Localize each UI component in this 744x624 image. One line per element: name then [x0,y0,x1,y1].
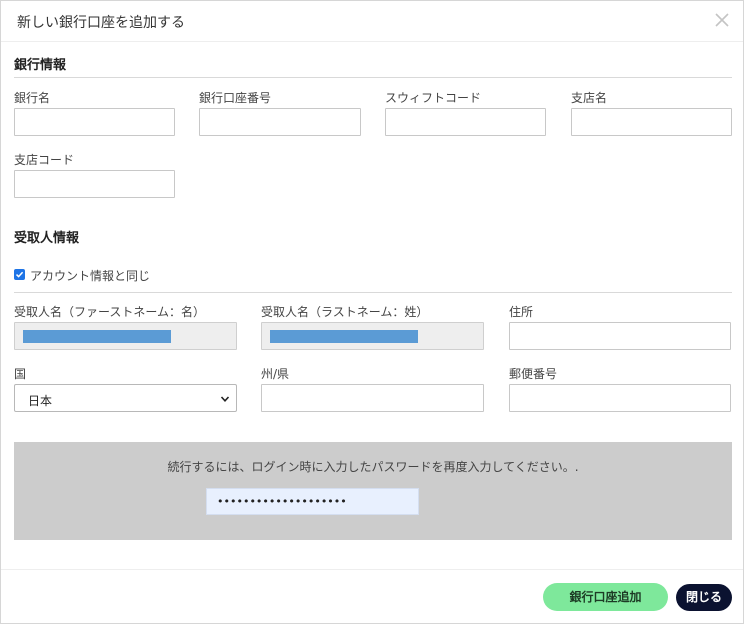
chevron-down-icon [220,396,230,402]
first-name-label: 受取人名（ファーストネーム：名） [14,305,206,319]
country-select-value: 日本 [28,394,53,408]
recipient-info-section-title: 受取人情報 [14,231,80,246]
password-message: 続行するには、ログイン時に入力したパスワードを再度入力してください。. [167,460,579,474]
bank-name-input[interactable] [14,108,175,136]
close-button[interactable]: 閉じる [676,584,732,611]
account-number-label: 銀行口座番号 [199,91,272,105]
first-name-input[interactable] [14,322,237,350]
same-as-account-checkbox[interactable] [14,269,25,280]
swift-code-label: スウィフトコード [385,91,482,105]
postal-code-label: 郵便番号 [509,367,558,381]
add-bank-account-button[interactable]: 銀行口座追加 [543,583,668,611]
modal-title: 新しい銀行口座を追加する [17,15,185,31]
bank-info-section-title: 銀行情報 [14,58,67,73]
redacted-first-name [23,330,171,343]
swift-code-input[interactable] [385,108,546,136]
bank-info-divider [14,77,732,78]
account-number-input[interactable] [199,108,361,136]
country-label: 国 [14,367,27,381]
bank-name-label: 銀行名 [14,91,51,105]
postal-code-input[interactable] [509,384,731,412]
branch-name-input[interactable] [571,108,732,136]
password-masked-value: •••••••••••••••••••• [217,495,347,508]
state-input[interactable] [261,384,484,412]
modal-header: 新しい銀行口座を追加する [1,1,743,42]
last-name-input[interactable] [261,322,484,350]
address-label: 住所 [509,305,534,319]
branch-name-label: 支店名 [571,91,608,105]
state-label: 州/県 [261,367,290,381]
password-confirm-panel: 続行するには、ログイン時に入力したパスワードを再度入力してください。. ••••… [14,442,732,540]
redacted-last-name [270,330,418,343]
same-as-account-label[interactable]: アカウント情報と同じ [30,267,150,284]
address-input[interactable] [509,322,731,350]
last-name-label: 受取人名（ラストネーム：姓） [261,305,429,319]
branch-code-label: 支店コード [14,153,75,167]
add-bank-account-modal: 新しい銀行口座を追加する 銀行情報 銀行名 銀行口座番号 スウィフトコード 支店… [0,0,744,624]
branch-code-input[interactable] [14,170,175,198]
footer-divider [1,569,743,570]
recipient-info-divider [14,292,732,293]
check-icon [15,271,24,278]
country-select[interactable]: 日本 [14,384,237,412]
close-icon[interactable] [713,11,731,29]
password-input[interactable]: •••••••••••••••••••• [206,488,419,515]
